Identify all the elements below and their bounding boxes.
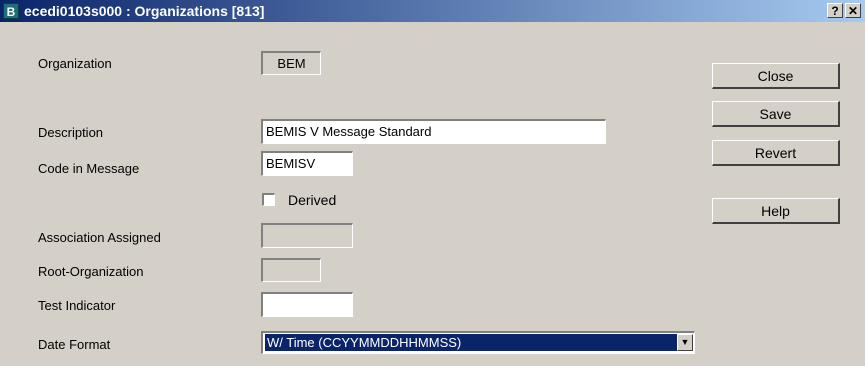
- organization-field: BEM: [261, 51, 321, 75]
- help-title-button[interactable]: ?: [827, 3, 843, 18]
- close-window-button[interactable]: ✕: [845, 3, 861, 18]
- organization-label: Organization: [38, 56, 112, 71]
- root-organization-field: [261, 258, 321, 282]
- help-button[interactable]: Help: [712, 198, 840, 224]
- chevron-down-icon[interactable]: ▼: [677, 334, 693, 351]
- close-button[interactable]: Close: [712, 63, 840, 89]
- code-in-message-label: Code in Message: [38, 161, 140, 176]
- description-field[interactable]: BEMIS V Message Standard: [261, 119, 606, 144]
- description-label: Description: [38, 125, 104, 140]
- association-assigned-label: Association Assigned: [38, 230, 161, 245]
- derived-label: Derived: [288, 192, 337, 208]
- code-in-message-field[interactable]: BEMISV: [261, 151, 353, 176]
- association-assigned-field: [261, 223, 353, 248]
- date-format-label: Date Format: [38, 337, 111, 352]
- app-icon: B: [3, 3, 19, 19]
- revert-button[interactable]: Revert: [712, 140, 840, 166]
- window-title: ecedi0103s000 : Organizations [813]: [24, 3, 265, 19]
- derived-checkbox[interactable]: [262, 193, 275, 206]
- root-organization-label: Root-Organization: [38, 264, 144, 279]
- save-button[interactable]: Save: [712, 101, 840, 127]
- test-indicator-field[interactable]: [261, 292, 353, 317]
- date-format-select[interactable]: W/ Time (CCYYMMDDHHMMSS) ▼: [261, 331, 695, 354]
- date-format-value: W/ Time (CCYYMMDDHHMMSS): [265, 334, 677, 351]
- test-indicator-label: Test Indicator: [38, 298, 116, 313]
- title-bar: B ecedi0103s000 : Organizations [813] ? …: [0, 0, 865, 22]
